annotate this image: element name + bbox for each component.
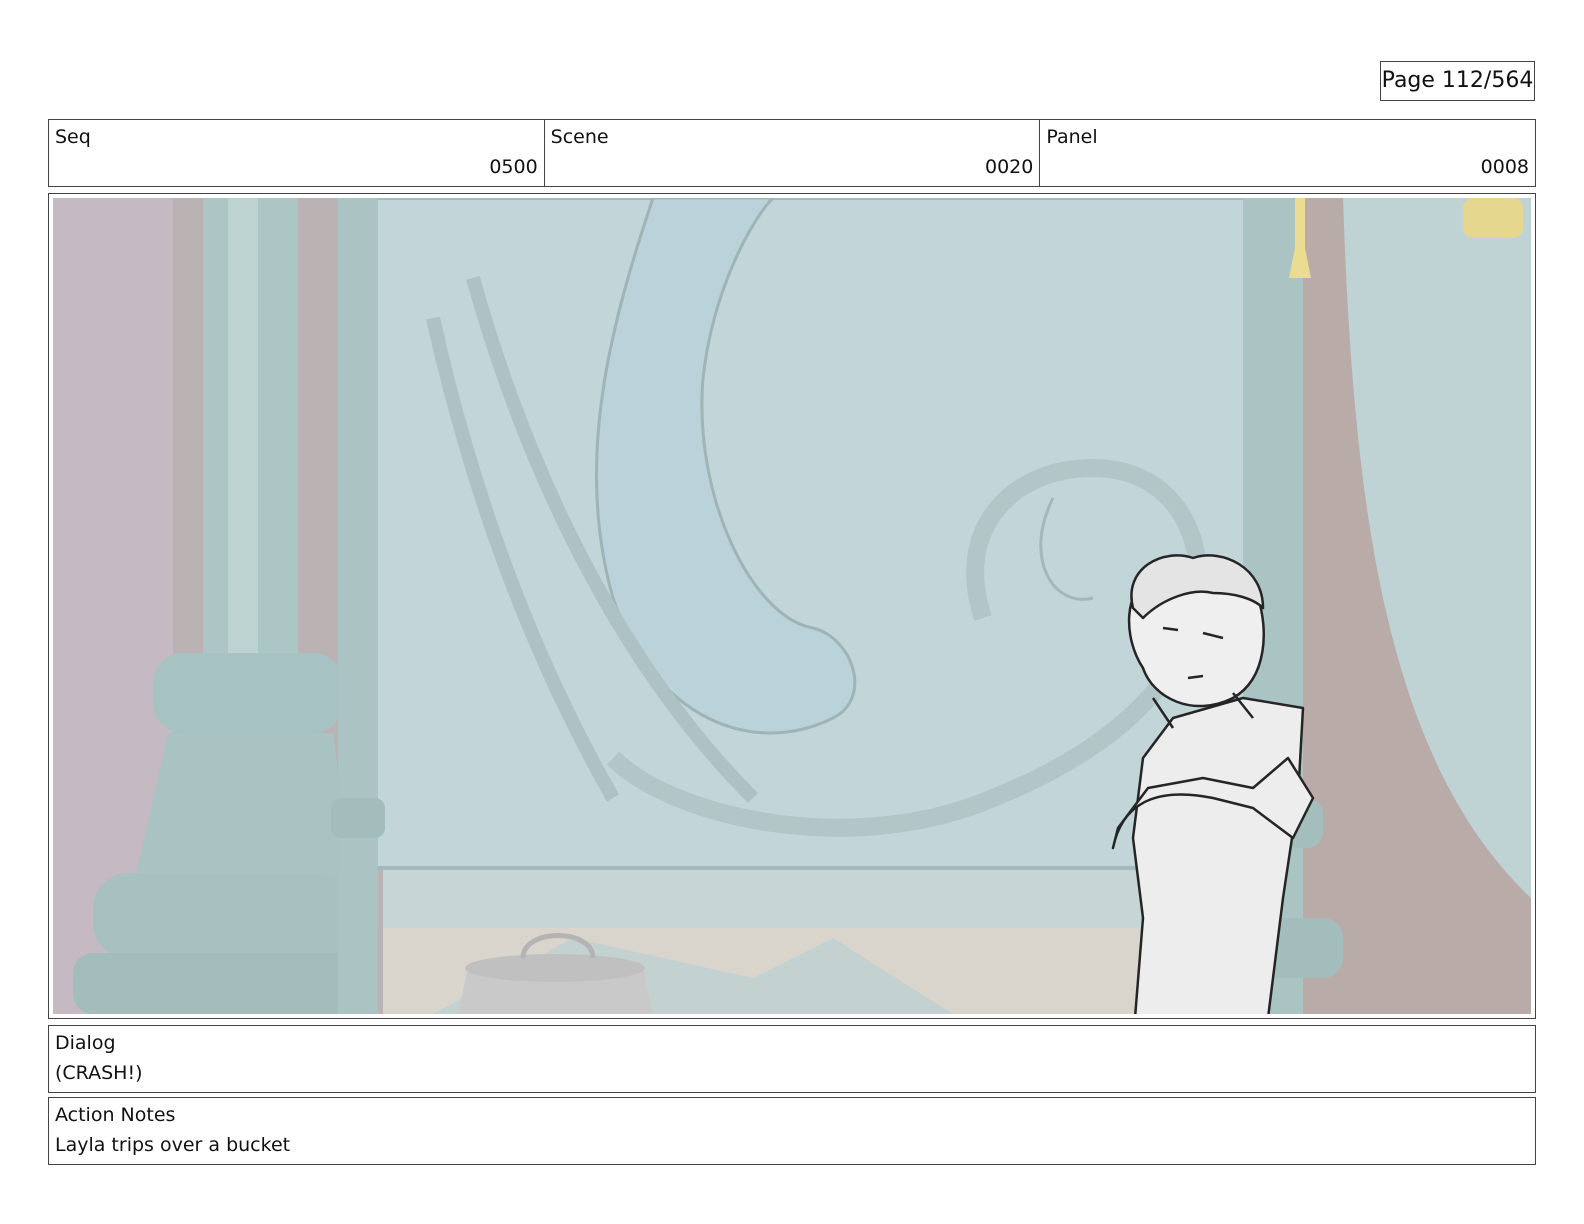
storyboard-panel-frame — [48, 193, 1536, 1019]
action-notes-text: Layla trips over a bucket — [55, 1134, 291, 1156]
scene-label: Scene — [550, 126, 609, 148]
seq-label: Seq — [55, 126, 91, 148]
scene-cell: Scene 0020 — [545, 120, 1041, 186]
panel-label: Panel — [1046, 126, 1098, 148]
seq-value: 0500 — [489, 156, 538, 178]
action-notes-label: Action Notes — [55, 1104, 176, 1126]
panel-meta-row: Seq 0500 Scene 0020 Panel 0008 — [48, 119, 1536, 187]
panel-value: 0008 — [1480, 156, 1530, 178]
scene-value: 0020 — [984, 156, 1034, 178]
page-number: Page 112/564 — [1380, 61, 1535, 101]
dialog-box: Dialog (CRASH!) — [48, 1025, 1536, 1093]
dialog-label: Dialog — [55, 1032, 116, 1054]
seq-cell: Seq 0500 — [49, 120, 545, 186]
storyboard-panel-image — [53, 198, 1531, 1014]
dialog-text: (CRASH!) — [55, 1062, 143, 1084]
panel-cell: Panel 0008 — [1040, 120, 1535, 186]
action-notes-box: Action Notes Layla trips over a bucket — [48, 1097, 1536, 1165]
